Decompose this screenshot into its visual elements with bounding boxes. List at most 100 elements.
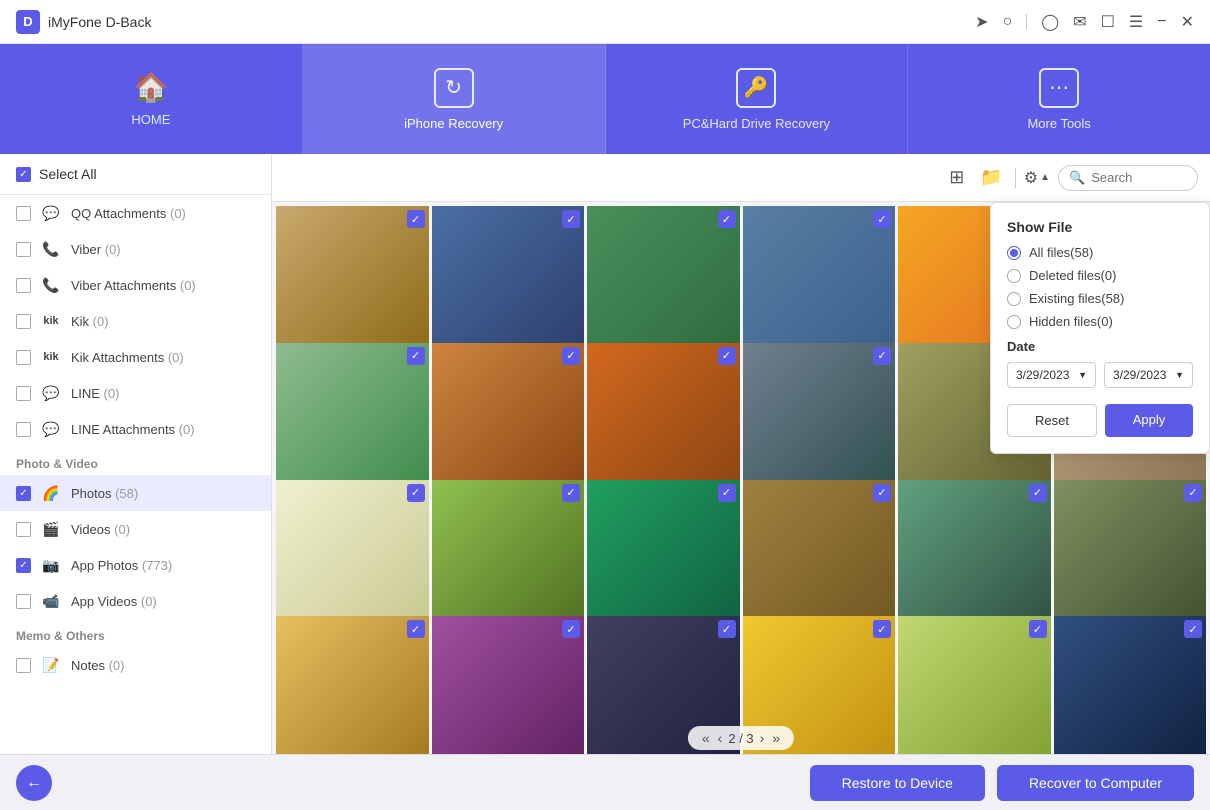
- radio-all-fill: [1010, 249, 1018, 257]
- account-icon[interactable]: ○: [1003, 13, 1013, 31]
- viber-checkbox[interactable]: [16, 242, 31, 257]
- filter-arrow-icon: ▲: [1040, 172, 1050, 183]
- sidebar-item-photos[interactable]: 🌈 Photos (58): [0, 475, 271, 511]
- sidebar-item-notes[interactable]: 📝 Notes (0): [0, 647, 271, 683]
- folder-view-button[interactable]: 📁: [976, 163, 1006, 192]
- date-to-select[interactable]: 3/29/2023 ▼: [1104, 362, 1193, 388]
- photo-check-mark: ✓: [407, 484, 425, 502]
- toolbar-separator: [1015, 168, 1016, 188]
- sidebar-item-viber[interactable]: 📞 Viber (0): [0, 231, 271, 267]
- photo-cell[interactable]: ✓: [587, 480, 740, 633]
- filter-button[interactable]: ⚙ ▲: [1024, 168, 1050, 188]
- sidebar-item-viber-attachments[interactable]: 📞 Viber Attachments (0): [0, 267, 271, 303]
- filter-icon: ⚙: [1024, 168, 1038, 188]
- search-input[interactable]: [1091, 170, 1187, 185]
- kik-att-checkbox[interactable]: [16, 350, 31, 365]
- select-all-label: Select All: [39, 166, 97, 182]
- photos-label: Photos (58): [71, 486, 138, 501]
- radio-deleted-files[interactable]: Deleted files(0): [1007, 268, 1193, 283]
- photo-cell[interactable]: ✓: [276, 206, 429, 359]
- last-page-button[interactable]: »: [770, 730, 782, 746]
- back-button[interactable]: ←: [16, 765, 52, 801]
- nav-more-label: More Tools: [1027, 116, 1090, 131]
- photo-cell[interactable]: ✓: [743, 206, 896, 359]
- apply-button[interactable]: Apply: [1105, 404, 1193, 437]
- radio-existing-files[interactable]: Existing files(58): [1007, 291, 1193, 306]
- photo-cell[interactable]: ✓: [432, 206, 585, 359]
- bottom-actions: Restore to Device Recover to Computer: [810, 765, 1194, 801]
- app-photos-checkbox[interactable]: [16, 558, 31, 573]
- photo-cell[interactable]: ✓: [587, 206, 740, 359]
- nav-iphone-recovery[interactable]: ↻ iPhone Recovery: [303, 44, 606, 154]
- nav-home-label: HOME: [131, 112, 170, 127]
- photo-cell[interactable]: ✓: [1054, 480, 1207, 633]
- first-page-button[interactable]: «: [700, 730, 712, 746]
- select-all-checkbox[interactable]: [16, 167, 31, 182]
- photo-cell[interactable]: ✓: [743, 343, 896, 496]
- next-page-button[interactable]: ›: [758, 730, 767, 746]
- photo-area: ⊞ 📁 ⚙ ▲ 🔍 ✓✓✓✓✓✓✓✓✓✓✓✓✓✓✓✓✓✓✓✓✓✓✓✓ « ‹ 2…: [272, 154, 1210, 754]
- close-button[interactable]: ✕: [1181, 12, 1194, 32]
- select-all-row[interactable]: Select All: [0, 154, 271, 195]
- photo-cell[interactable]: ✓: [276, 343, 429, 496]
- radio-hidden-files[interactable]: Hidden files(0): [1007, 314, 1193, 329]
- page-indicator: 2 / 3: [728, 731, 753, 746]
- section-photo-video: Photo & Video: [0, 447, 271, 475]
- pagination: « ‹ 2 / 3 › »: [688, 726, 794, 750]
- nav-pc-hard-drive[interactable]: 🔑 PC&Hard Drive Recovery: [606, 44, 909, 154]
- separator: [1026, 14, 1027, 30]
- sidebar-item-videos[interactable]: 🎬 Videos (0): [0, 511, 271, 547]
- location-icon[interactable]: ◯: [1041, 12, 1059, 32]
- sidebar-item-app-photos[interactable]: 📷 App Photos (773): [0, 547, 271, 583]
- line-att-checkbox[interactable]: [16, 422, 31, 437]
- chat-icon[interactable]: ☐: [1101, 12, 1115, 32]
- photos-checkbox[interactable]: [16, 486, 31, 501]
- photo-cell[interactable]: ✓: [432, 343, 585, 496]
- line-att-icon: 💬: [41, 419, 61, 439]
- menu-icon[interactable]: ☰: [1129, 12, 1143, 32]
- sidebar-item-line[interactable]: 💬 LINE (0): [0, 375, 271, 411]
- minimize-button[interactable]: −: [1157, 13, 1166, 31]
- sidebar-item-kik-attachments[interactable]: kik Kik Attachments (0): [0, 339, 271, 375]
- photo-cell[interactable]: ✓: [276, 480, 429, 633]
- sidebar-item-app-videos[interactable]: 📹 App Videos (0): [0, 583, 271, 619]
- photo-cell[interactable]: ✓: [432, 480, 585, 633]
- app-photos-icon: 📷: [41, 555, 61, 575]
- share-icon[interactable]: ➤: [975, 12, 988, 32]
- date-from-select[interactable]: 3/29/2023 ▼: [1007, 362, 1096, 388]
- kik-checkbox[interactable]: [16, 314, 31, 329]
- sidebar-item-line-attachments[interactable]: 💬 LINE Attachments (0): [0, 411, 271, 447]
- viber-att-checkbox[interactable]: [16, 278, 31, 293]
- dropdown-actions: Reset Apply: [1007, 404, 1193, 437]
- nav-more-tools[interactable]: ⋯ More Tools: [908, 44, 1210, 154]
- photo-cell[interactable]: ✓: [276, 616, 429, 754]
- photo-check-mark: ✓: [562, 210, 580, 228]
- app-videos-checkbox[interactable]: [16, 594, 31, 609]
- line-checkbox[interactable]: [16, 386, 31, 401]
- recover-to-computer-button[interactable]: Recover to Computer: [997, 765, 1194, 801]
- radio-all-label: All files(58): [1029, 245, 1093, 260]
- photo-check-mark: ✓: [873, 347, 891, 365]
- notes-label: Notes (0): [71, 658, 124, 673]
- sidebar-item-qq-attachments[interactable]: 💬 QQ Attachments (0): [0, 195, 271, 231]
- grid-view-button[interactable]: ⊞: [945, 163, 968, 192]
- photo-cell[interactable]: ✓: [432, 616, 585, 754]
- prev-page-button[interactable]: ‹: [716, 730, 725, 746]
- nav-iphone-label: iPhone Recovery: [404, 116, 503, 131]
- photo-cell[interactable]: ✓: [587, 343, 740, 496]
- nav-home[interactable]: 🏠 HOME: [0, 44, 303, 154]
- photo-cell[interactable]: ✓: [1054, 616, 1207, 754]
- restore-to-device-button[interactable]: Restore to Device: [810, 765, 985, 801]
- notes-checkbox[interactable]: [16, 658, 31, 673]
- sidebar-item-kik[interactable]: kik Kik (0): [0, 303, 271, 339]
- main-content: Select All 💬 QQ Attachments (0) 📞 Viber …: [0, 154, 1210, 754]
- reset-button[interactable]: Reset: [1007, 404, 1097, 437]
- mail-icon[interactable]: ✉: [1073, 12, 1086, 32]
- photo-cell[interactable]: ✓: [898, 616, 1051, 754]
- videos-checkbox[interactable]: [16, 522, 31, 537]
- photo-cell[interactable]: ✓: [743, 480, 896, 633]
- photo-cell[interactable]: ✓: [898, 480, 1051, 633]
- radio-all-files[interactable]: All files(58): [1007, 245, 1193, 260]
- qq-checkbox[interactable]: [16, 206, 31, 221]
- photo-check-mark: ✓: [1029, 484, 1047, 502]
